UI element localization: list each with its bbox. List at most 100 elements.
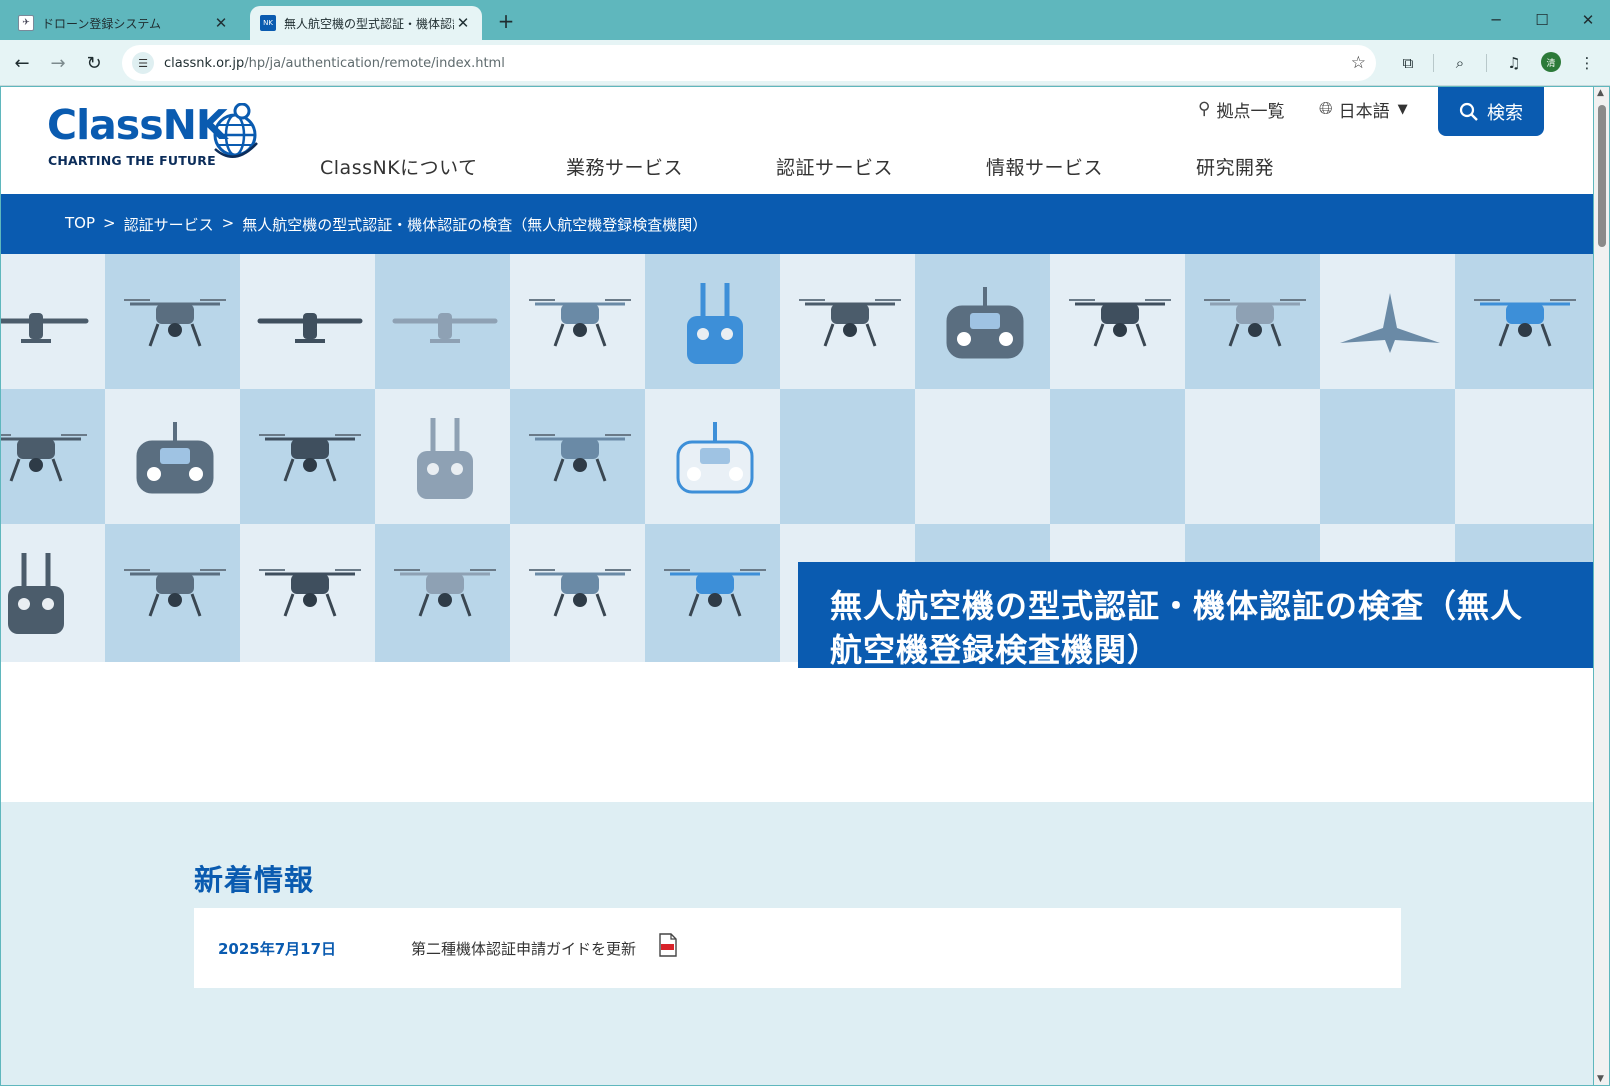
controller-icon: [7, 553, 64, 634]
forward-arrow-icon[interactable]: →: [44, 49, 72, 77]
drone-tile: [1455, 389, 1593, 527]
drone-tile: [1455, 254, 1593, 392]
drone-tile: [105, 389, 244, 527]
drone-tile: [1, 254, 105, 392]
close-tab-icon[interactable]: ✕: [454, 14, 472, 32]
quadcopter-icon: [393, 569, 496, 617]
controller-icon: [136, 422, 213, 494]
drone-tile: [1185, 254, 1324, 392]
bookmark-star-icon[interactable]: ☆: [1351, 53, 1366, 73]
drone-tile: [645, 389, 784, 527]
drone-tile: [1, 524, 105, 662]
browser-window: ✈ ドローン登録システム ✕ NK 無人航空機の型式認証・機体認証 ✕ + ─ …: [0, 0, 1610, 1086]
tab-search-icon[interactable]: ⌕: [1448, 51, 1472, 75]
breadcrumb-top[interactable]: TOP: [65, 214, 95, 235]
drone-tile: [105, 254, 244, 392]
language-label: 日本語: [1338, 101, 1390, 122]
news-title-link[interactable]: 第二種機体認証申請ガイドを更新: [411, 938, 636, 959]
quadcopter-icon: [528, 299, 631, 347]
page-scrollbar[interactable]: ▲ ▼: [1594, 87, 1609, 1085]
web-page: ClassNK CHARTING THE FUTURE ⚲ 拠点一覧 🌐︎ 日本…: [1, 87, 1593, 1085]
drone-tile: [510, 389, 649, 527]
tab-title: ドローン登録システム: [42, 16, 162, 31]
controller-icon: [416, 418, 473, 499]
close-tab-icon[interactable]: ✕: [212, 14, 230, 32]
classnk-favicon-icon: NK: [260, 15, 276, 31]
breadcrumb-certification[interactable]: 認証サービス: [124, 214, 214, 235]
search-button[interactable]: 検索: [1438, 87, 1544, 136]
scroll-down-arrow-icon[interactable]: ▼: [1597, 1074, 1604, 1084]
fixed-wing-drone-icon: [1339, 293, 1440, 353]
nav-business-services[interactable]: 業務サービス: [566, 153, 683, 180]
news-date: 2025年7月17日: [218, 940, 337, 958]
address-bar[interactable]: ☰ classnk.or.jp/hp/ja/authentication/rem…: [122, 45, 1376, 81]
news-item[interactable]: 2025年7月17日 第二種機体認証申請ガイドを更新: [194, 908, 1401, 988]
pdf-icon: [659, 933, 677, 957]
url-text: classnk.or.jp/hp/ja/authentication/remot…: [164, 55, 505, 71]
drone-tile: [1050, 254, 1189, 392]
breadcrumb: TOP > 認証サービス > 無人航空機の型式認証・機体認証の検査（無人航空機登…: [1, 194, 1593, 254]
nav-research[interactable]: 研究開発: [1196, 153, 1274, 180]
tab-title: 無人航空機の型式認証・機体認証: [284, 16, 454, 31]
drone-tile: [105, 524, 244, 662]
new-tab-button[interactable]: +: [492, 8, 520, 36]
nav-about[interactable]: ClassNKについて: [320, 153, 478, 180]
fixed-wing-drone-icon: [392, 313, 497, 343]
quadcopter-icon: [258, 434, 361, 482]
map-pin-icon: ⚲: [1198, 99, 1211, 119]
quadcopter-icon: [528, 434, 631, 482]
maximize-button[interactable]: ☐: [1520, 4, 1564, 36]
nav-certification-services[interactable]: 認証サービス: [776, 153, 893, 180]
hero-title-line2: 航空機登録検査機関）: [830, 631, 1161, 668]
back-arrow-icon[interactable]: ←: [8, 49, 36, 77]
fixed-wing-drone-icon: [1, 313, 88, 343]
controller-icon: [946, 287, 1023, 359]
media-control-icon[interactable]: ♫: [1502, 51, 1526, 75]
hero-banner: 無人航空機の型式認証・機体認証の検査（無人 航空機登録検査機関）: [1, 254, 1593, 668]
reload-icon[interactable]: ↻: [80, 49, 108, 77]
tab-strip: ✈ ドローン登録システム ✕ NK 無人航空機の型式認証・機体認証 ✕ + ─ …: [0, 0, 1610, 40]
nav-information-services[interactable]: 情報サービス: [986, 153, 1103, 180]
language-selector[interactable]: 🌐︎ 日本語 ▼: [1319, 97, 1408, 122]
quadcopter-icon: [1, 434, 87, 482]
globe-icon: 🌐︎: [1319, 99, 1333, 119]
drone-tile: [240, 254, 379, 392]
quadcopter-icon: [528, 569, 631, 617]
tab-classnk[interactable]: NK 無人航空機の型式認証・機体認証 ✕: [250, 6, 482, 40]
drone-tile: [375, 524, 514, 662]
controller-icon: [686, 283, 743, 364]
drone-tile: [780, 389, 919, 527]
drone-tile: [375, 389, 514, 527]
drone-tile: [1320, 254, 1459, 392]
fixed-wing-drone-icon: [257, 313, 362, 343]
breadcrumb-current: 無人航空機の型式認証・機体認証の検査（無人航空機登録検査機関）: [242, 216, 708, 234]
window-close-button[interactable]: ✕: [1566, 4, 1610, 36]
menu-kebab-icon[interactable]: ⋮: [1575, 51, 1599, 75]
quadcopter-icon: [663, 569, 766, 617]
breadcrumb-separator: >: [103, 214, 116, 232]
scroll-up-arrow-icon[interactable]: ▲: [1597, 88, 1604, 98]
drone-tile: [510, 254, 649, 392]
quadcopter-icon: [1203, 299, 1306, 347]
search-label: 検索: [1487, 102, 1523, 124]
hero-title-line1: 無人航空機の型式認証・機体認証の検査（無人: [830, 587, 1524, 625]
globe-pin-icon: [213, 103, 258, 158]
quadcopter-icon: [123, 299, 226, 347]
extensions-puzzle-icon[interactable]: ⧉: [1396, 51, 1420, 75]
minimize-button[interactable]: ─: [1474, 4, 1518, 36]
quadcopter-icon: [798, 299, 901, 347]
quadcopter-icon: [123, 569, 226, 617]
site-info-icon[interactable]: ☰: [132, 52, 154, 74]
caret-down-icon: ▼: [1397, 101, 1408, 117]
drone-tile: [1185, 389, 1324, 527]
profile-avatar[interactable]: 清: [1541, 52, 1561, 72]
locations-link[interactable]: ⚲ 拠点一覧: [1198, 97, 1284, 122]
scrollbar-thumb[interactable]: [1598, 105, 1606, 247]
quadcopter-icon: [1068, 299, 1171, 347]
classnk-logo[interactable]: ClassNK CHARTING THE FUTURE: [47, 101, 262, 181]
drone-tile: [645, 524, 784, 662]
controller-icon: [676, 422, 753, 494]
drone-tile: [1050, 389, 1189, 527]
tab-drone-registration[interactable]: ✈ ドローン登録システム ✕: [8, 6, 240, 40]
drone-tile: [375, 254, 514, 392]
